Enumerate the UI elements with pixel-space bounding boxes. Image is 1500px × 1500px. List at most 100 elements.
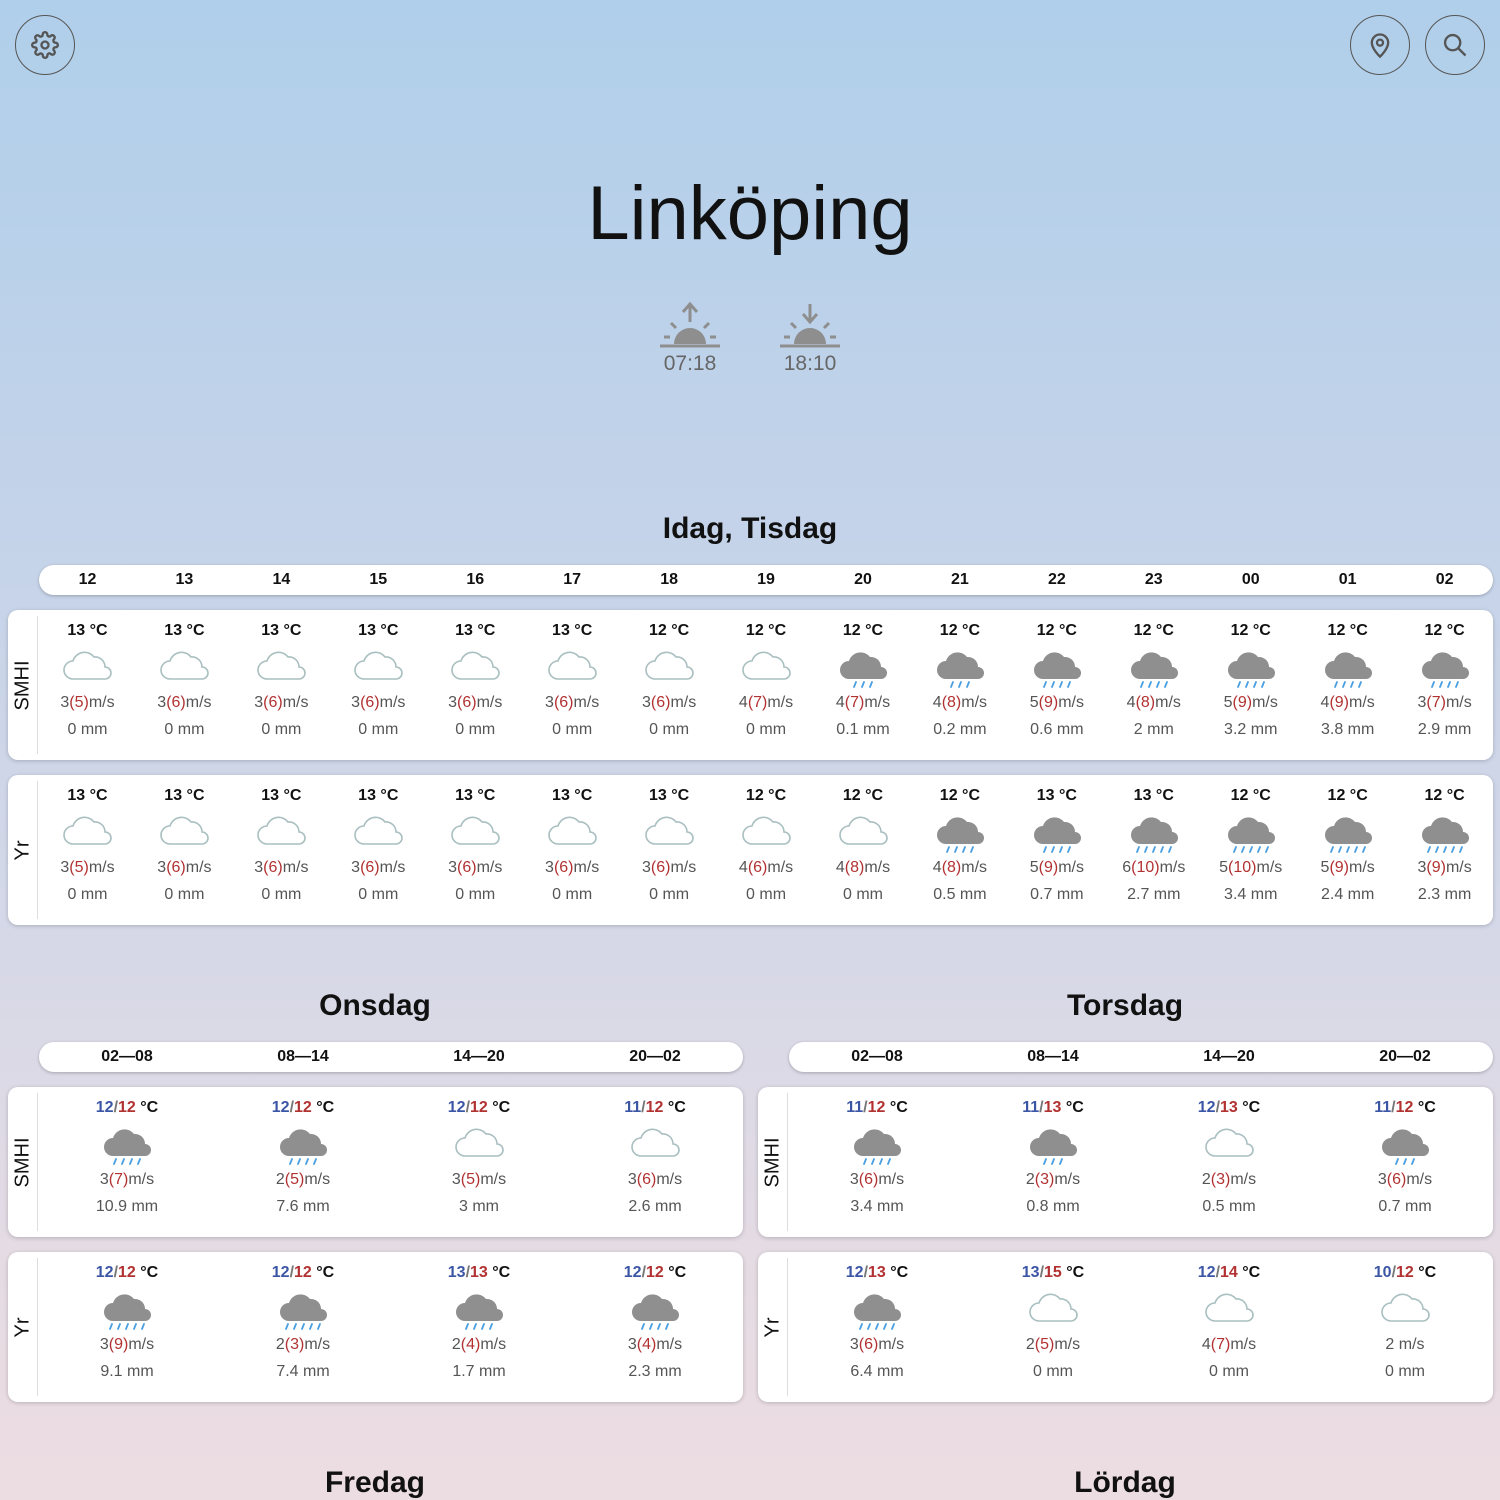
temp-unit: °C: [316, 1264, 335, 1281]
temperature: 11/12 °C: [567, 1099, 743, 1119]
wind-unit: m/s: [88, 859, 115, 876]
precipitation: 0 mm: [164, 886, 205, 903]
forecast-cell: 11/12 °C 3(6)m/s 2.6 mm: [567, 1087, 743, 1237]
cloud-icon: [965, 1288, 1141, 1334]
wind-unit: m/s: [1445, 859, 1472, 876]
forecast-cell: 13 °C 6(10)m/s 2.7 mm: [1105, 775, 1202, 925]
wind-gust: (9): [1329, 694, 1349, 711]
time-label: 08—14: [1027, 1048, 1079, 1065]
cloud-icon: [330, 646, 427, 692]
forecast-cell: 11/12 °C 3(6)m/s 0.7 mm: [1317, 1087, 1493, 1237]
wind-gust: (9): [1329, 859, 1349, 876]
periods-bar-torsdag: 02—08 08—14 14—20 20—02: [789, 1042, 1493, 1072]
wind-speed: 3: [545, 859, 554, 876]
wind-speed: 3: [157, 859, 167, 876]
light-rain-icon: [911, 646, 1008, 692]
forecast-card-smhi-onsdag: SMHI 12/12 °C 3(7)m/s 10.9 mm 12/12 °C 2(5)m…: [8, 1087, 743, 1237]
wind: 4(8)m/s: [911, 859, 1008, 877]
forecast-cell: 13 °C 3(6)m/s 0 mm: [427, 775, 524, 925]
cloud-icon: [1317, 1288, 1493, 1334]
temperature: 12 °C: [939, 622, 980, 639]
temp-high: 12: [118, 1264, 136, 1281]
cloud-icon: [391, 1123, 567, 1169]
wind: 3(6)m/s: [524, 694, 621, 712]
wind: 6(10)m/s: [1105, 859, 1202, 877]
wind: 3(5)m/s: [391, 1171, 567, 1189]
temperature: 12/13 °C: [1141, 1099, 1317, 1119]
forecast-cell: 12 °C 3(9)m/s 2.3 mm: [1396, 775, 1493, 925]
wind-gust: (6): [1386, 1171, 1407, 1188]
precipitation: 3.4 mm: [1224, 886, 1278, 903]
source-label-container: SMHI: [8, 616, 38, 754]
search-button[interactable]: [1425, 15, 1485, 75]
time-label: 18: [660, 571, 678, 588]
wind: 2 m/s: [1317, 1336, 1493, 1354]
wind-gust: (7): [108, 1171, 129, 1188]
temp-unit: °C: [492, 1264, 511, 1281]
temp-low: 12: [271, 1264, 290, 1281]
precipitation: 2.6 mm: [628, 1198, 682, 1215]
temp-low: 12: [1197, 1264, 1216, 1281]
forecast-cell: 13 °C 3(6)m/s 0 mm: [233, 775, 330, 925]
wind: 3(7)m/s: [1396, 694, 1493, 712]
wind: 3(6)m/s: [621, 694, 718, 712]
precipitation: 0 mm: [358, 886, 399, 903]
forecast-cell: 11/13 °C 2(3)m/s 0.8 mm: [965, 1087, 1141, 1237]
heavy-rain-icon: [1105, 811, 1202, 857]
wind-unit: m/s: [476, 859, 503, 876]
time-label: 17: [563, 571, 582, 588]
settings-button[interactable]: [15, 15, 75, 75]
wind-speed: 3: [448, 694, 457, 711]
forecast-cell: 13 °C 3(5)m/s 0 mm: [39, 610, 136, 760]
precipitation: 0 mm: [67, 886, 108, 903]
temp-low: 12: [845, 1264, 864, 1281]
wind: 4(8)m/s: [1105, 694, 1202, 712]
hours-bar-today: 12 13 14 15 16 17 18 19 20 21 22 23 00 01 02: [39, 565, 1493, 595]
wind-unit: m/s: [1058, 859, 1084, 876]
source-label-container: Yr: [8, 1258, 38, 1396]
forecast-cell: 12 °C 4(9)m/s 3.8 mm: [1299, 610, 1396, 760]
precipitation: 0 mm: [1033, 1363, 1073, 1380]
precipitation: 0 mm: [358, 721, 399, 738]
wind-unit: m/s: [878, 1336, 905, 1353]
wind-unit: m/s: [88, 694, 115, 711]
sunset: 18:10: [775, 300, 845, 376]
time-label: 02—08: [101, 1048, 153, 1065]
wind-speed: 3: [448, 859, 457, 876]
time-label: 21: [951, 571, 969, 588]
forecast-cell: 13 °C 3(6)m/s 0 mm: [427, 610, 524, 760]
precipitation: 3 mm: [459, 1198, 499, 1215]
wind-gust: (5): [1034, 1336, 1055, 1353]
location-button[interactable]: [1350, 15, 1410, 75]
temperature: 11/12 °C: [789, 1099, 965, 1119]
forecast-cell: 10/12 °C 2 m/s 0 mm: [1317, 1252, 1493, 1402]
wind: 3(4)m/s: [567, 1336, 743, 1354]
precipitation: 0.2 mm: [933, 721, 987, 738]
wind: 3(6)m/s: [330, 859, 427, 877]
temp-low: 11: [1374, 1099, 1392, 1116]
wind-unit: m/s: [1445, 694, 1472, 711]
city-name: Linköping: [587, 171, 913, 256]
wind-unit: m/s: [961, 694, 988, 711]
day-title-lordag: Lördag: [1074, 1466, 1176, 1499]
temperature: 12/12 °C: [567, 1264, 743, 1284]
temperature: 12/12 °C: [215, 1099, 391, 1119]
forecast-cell: 12 °C 4(8)m/s 0 mm: [815, 775, 912, 925]
wind-speed: 4: [932, 694, 942, 711]
forecast-cell: 13 °C 3(6)m/s 0 mm: [330, 775, 427, 925]
wind-gust: (6): [858, 1336, 879, 1353]
wind-unit: m/s: [670, 694, 697, 711]
temperature: 12/12 °C: [39, 1264, 215, 1284]
precipitation: 10.9 mm: [95, 1198, 159, 1215]
wind: 4(7)m/s: [718, 694, 815, 712]
wind-unit: m/s: [1054, 1171, 1081, 1188]
temp-low: 10: [1373, 1264, 1392, 1281]
temp-high: 12: [1396, 1264, 1414, 1281]
light-rain-icon: [1317, 1123, 1493, 1169]
wind-gust: (9): [1426, 859, 1446, 876]
wind-gust: (8): [844, 859, 865, 876]
forecast-cell: 12/12 °C 2(5)m/s 7.6 mm: [215, 1087, 391, 1237]
heavy-rain-icon: [789, 1288, 965, 1334]
temperature: 12/12 °C: [215, 1264, 391, 1284]
source-label: Yr: [11, 840, 33, 860]
